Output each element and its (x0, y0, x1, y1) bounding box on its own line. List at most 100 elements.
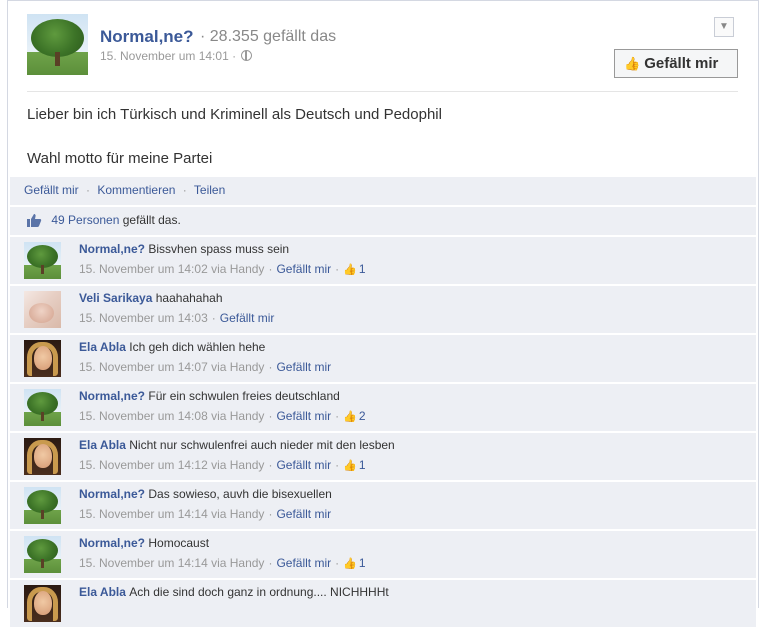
comment-author[interactable]: Ela Abla Ach die sind doch ganz in ordnu… (79, 585, 389, 599)
comment-author-name[interactable]: Ela Abla (79, 340, 126, 354)
comment-author[interactable]: Ela Abla Nicht nur schwulenfrei auch nie… (79, 438, 395, 452)
avatar[interactable] (24, 536, 61, 573)
comment-likes-count[interactable]: 👍 2 (343, 409, 365, 423)
comment-date[interactable]: 15. November um 14:07 via Handy (79, 360, 264, 374)
avatar[interactable] (24, 585, 61, 622)
comment-likes-count[interactable]: 👍 1 (343, 262, 365, 276)
thumbs-up-icon: 👍 (624, 56, 641, 71)
comment-author-name[interactable]: Normal,ne? (79, 536, 145, 550)
comment-date[interactable]: 15. November um 14:02 via Handy (79, 262, 264, 276)
comment-author-name[interactable]: Normal,ne? (79, 242, 145, 256)
tree-trunk (41, 510, 44, 519)
comment-likes-count[interactable]: 👍 1 (343, 458, 365, 472)
comment-author-name[interactable]: Ela Abla (79, 585, 126, 599)
header-divider (27, 91, 738, 92)
comment-meta: 15. November um 14:02 via Handy · Gefällt … (79, 262, 366, 276)
comment-text: Ach die sind doch ganz in ordnung.... NI… (129, 585, 389, 599)
comment-like-link[interactable]: Gefällt mir (276, 556, 331, 570)
comment-like-link[interactable]: Gefällt mir (276, 458, 331, 472)
comment-row: Normal,ne? Bissvhen spass muss sein 15. N… (10, 237, 756, 284)
page-likes-count: · 28.355 gefällt das (200, 28, 337, 45)
tree-trunk (55, 52, 60, 66)
avatar[interactable] (24, 340, 61, 377)
avatar[interactable] (24, 291, 61, 328)
comment-text: Bissvhen spass muss sein (148, 242, 290, 256)
action-separator: · (182, 183, 187, 197)
comment-row: Normal,ne? Das sowieso, auvh die bisexue… (10, 482, 756, 529)
like-page-button[interactable]: 👍 Gefällt mir (614, 49, 738, 78)
comment-date[interactable]: 15. November um 14:14 via Handy (79, 507, 264, 521)
avatar-photo (29, 303, 54, 323)
comment-text: Für ein schwulen freies deutschland (148, 389, 340, 403)
like-page-label: Gefällt mir (644, 55, 719, 72)
comment-link[interactable]: Kommentieren (97, 183, 175, 197)
comment-likes-number: 2 (358, 409, 366, 423)
comment-like-link[interactable]: Gefällt mir (276, 507, 331, 521)
post-menu-button[interactable]: ▼ (714, 17, 734, 37)
comment-like-link[interactable]: Gefällt mir (276, 409, 331, 423)
comment-text: haahahahah (155, 291, 223, 305)
comment-text: Ich geh dich wählen hehe (129, 340, 266, 354)
post-actions: Gefällt mir · Kommentieren · Teilen (10, 177, 756, 205)
meta-separator: · (335, 409, 340, 423)
page-name-link[interactable]: Normal,ne? (100, 27, 194, 47)
meta-separator: · (232, 49, 237, 63)
comment-text: Homocaust (148, 536, 210, 550)
post-date[interactable]: 15. November um 14:01 (100, 49, 229, 63)
comment-author[interactable]: Normal,ne? Bissvhen spass muss sein (79, 242, 289, 256)
comment-author-name[interactable]: Normal,ne? (79, 389, 145, 403)
post-text-line1: Lieber bin ich Türkisch und Kriminell al… (27, 106, 442, 123)
avatar[interactable] (24, 487, 61, 524)
comment-meta: 15. November um 14:03 · Gefällt mir (79, 311, 274, 325)
comment-author[interactable]: Normal,ne? Das sowieso, auvh die bisexue… (79, 487, 332, 501)
page-avatar[interactable] (27, 14, 88, 75)
meta-separator: · (268, 507, 273, 521)
comment-author-name[interactable]: Veli Sarikaya (79, 291, 152, 305)
avatar[interactable] (24, 438, 61, 475)
comment-date[interactable]: 15. November um 14:14 via Handy (79, 556, 264, 570)
comment-date[interactable]: 15. November um 14:03 (79, 311, 208, 325)
comment-text: Nicht nur schwulenfrei auch nieder mit d… (129, 438, 395, 452)
comment-author-name[interactable]: Normal,ne? (79, 487, 145, 501)
comment-row: Ela Abla Ich geh dich wählen hehe 15. Nov… (10, 335, 756, 382)
comment-date[interactable]: 15. November um 14:08 via Handy (79, 409, 264, 423)
comment-meta: 15. November um 14:07 via Handy · Gefällt … (79, 360, 331, 374)
like-post-link[interactable]: Gefällt mir (24, 183, 79, 197)
likes-summary: 49 Personen gefällt das. (10, 207, 756, 235)
thumbs-up-icon: 👍 (343, 558, 357, 570)
comment-meta: 15. November um 14:14 via Handy · Gefällt … (79, 507, 331, 521)
avatar[interactable] (24, 242, 61, 279)
thumbs-up-icon (26, 210, 42, 227)
comment-date[interactable]: 15. November um 14:12 via Handy (79, 458, 264, 472)
comment-likes-number: 1 (358, 262, 366, 276)
avatar-photo (34, 591, 52, 615)
avatar[interactable] (24, 389, 61, 426)
comment-like-link[interactable]: Gefällt mir (276, 262, 331, 276)
meta-separator: · (335, 556, 340, 570)
meta-separator: · (268, 360, 273, 374)
comment-like-link[interactable]: Gefällt mir (220, 311, 275, 325)
chevron-down-icon: ▼ (719, 21, 729, 32)
comment-author-name[interactable]: Ela Abla (79, 438, 126, 452)
comment-author[interactable]: Veli Sarikaya haahahahah (79, 291, 223, 305)
comment-meta: 15. November um 14:12 via Handy · Gefällt … (79, 458, 366, 472)
meta-separator: · (335, 458, 340, 472)
action-separator: · (86, 183, 91, 197)
comment-author[interactable]: Ela Abla Ich geh dich wählen hehe (79, 340, 265, 354)
meta-separator: · (268, 409, 273, 423)
thumbs-up-icon: 👍 (343, 264, 357, 276)
globe-icon (241, 50, 253, 61)
share-link[interactable]: Teilen (194, 183, 225, 197)
comment-row: Veli Sarikaya haahahahah 15. November um … (10, 286, 756, 333)
meta-separator: · (268, 262, 273, 276)
comment-meta: 15. November um 14:14 via Handy · Gefällt … (79, 556, 366, 570)
comment-author[interactable]: Normal,ne? Für ein schwulen freies deuts… (79, 389, 340, 403)
comment-row: Ela Abla Ach die sind doch ganz in ordnu… (10, 580, 756, 627)
likes-suffix: gefällt das. (122, 213, 181, 227)
comment-likes-count[interactable]: 👍 1 (343, 556, 365, 570)
likers-link[interactable]: 49 Personen (51, 213, 119, 227)
avatar-photo (34, 444, 52, 468)
comment-author[interactable]: Normal,ne? Homocaust (79, 536, 209, 550)
comment-like-link[interactable]: Gefällt mir (276, 360, 331, 374)
post-meta: 15. November um 14:01 · (100, 49, 253, 63)
